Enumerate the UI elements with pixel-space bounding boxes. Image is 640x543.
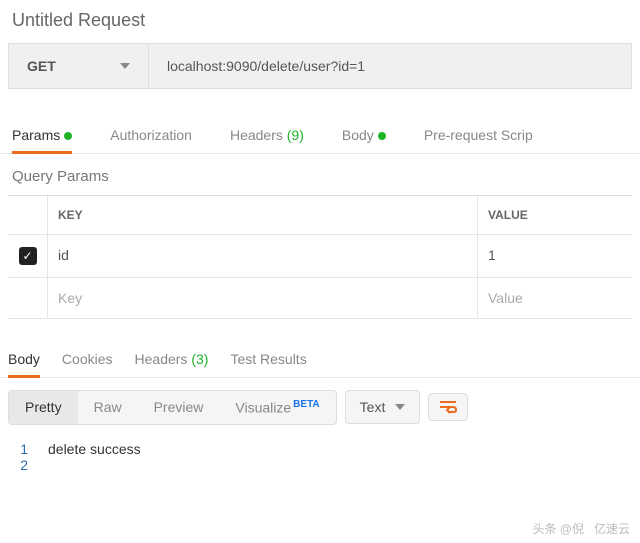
visualize-label: Visualize bbox=[235, 400, 291, 416]
query-params-table: KEY VALUE ✓ id 1 Key Value bbox=[8, 195, 632, 319]
line-number: 2 bbox=[8, 457, 48, 473]
view-raw-button[interactable]: Raw bbox=[78, 391, 138, 424]
watermark-a: 头条 @倪 bbox=[532, 520, 584, 537]
format-label: Text bbox=[360, 399, 386, 415]
beta-badge: BETA bbox=[293, 399, 319, 410]
value-header: VALUE bbox=[478, 196, 632, 234]
check-header bbox=[8, 196, 48, 234]
tab-params[interactable]: Params bbox=[12, 117, 72, 153]
tab-body[interactable]: Body bbox=[342, 117, 386, 153]
checkbox-checked-icon: ✓ bbox=[19, 247, 37, 265]
view-pretty-button[interactable]: Pretty bbox=[9, 391, 78, 424]
resp-headers-label: Headers bbox=[135, 351, 188, 367]
line-number: 1 bbox=[8, 441, 48, 457]
wrap-icon bbox=[439, 400, 457, 414]
code-line: 2 bbox=[8, 457, 632, 473]
response-tabs: Body Cookies Headers (3) Test Results bbox=[0, 341, 640, 378]
resp-tab-headers[interactable]: Headers (3) bbox=[135, 341, 209, 377]
method-label: GET bbox=[27, 58, 56, 74]
view-visualize-button[interactable]: VisualizeBETA bbox=[219, 391, 335, 424]
chevron-down-icon bbox=[120, 63, 130, 69]
tab-params-label: Params bbox=[12, 127, 60, 143]
response-toolbar: Pretty Raw Preview VisualizeBETA Text bbox=[0, 378, 640, 437]
watermark: 头条 @倪 亿速云 bbox=[532, 520, 630, 537]
response-body: 1 delete success 2 bbox=[0, 437, 640, 481]
status-dot-icon bbox=[64, 132, 72, 140]
watermark-b: 亿速云 bbox=[594, 520, 630, 537]
key-input[interactable]: id bbox=[48, 235, 478, 277]
resp-tab-body[interactable]: Body bbox=[8, 341, 40, 377]
row-checkbox-cell[interactable] bbox=[8, 278, 48, 318]
table-header: KEY VALUE bbox=[8, 196, 632, 235]
table-row: ✓ id 1 bbox=[8, 235, 632, 278]
line-content[interactable]: delete success bbox=[48, 441, 141, 457]
request-title: Untitled Request bbox=[0, 0, 640, 43]
status-dot-icon bbox=[378, 132, 386, 140]
tab-body-label: Body bbox=[342, 127, 374, 143]
key-input[interactable]: Key bbox=[48, 278, 478, 318]
tab-headers[interactable]: Headers (9) bbox=[230, 117, 304, 153]
tab-authorization[interactable]: Authorization bbox=[110, 117, 192, 153]
chevron-down-icon bbox=[395, 404, 405, 410]
query-params-title: Query Params bbox=[0, 154, 640, 195]
tab-prerequest[interactable]: Pre-request Scrip bbox=[424, 117, 533, 153]
code-line: 1 delete success bbox=[8, 441, 632, 457]
view-mode-group: Pretty Raw Preview VisualizeBETA bbox=[8, 390, 337, 425]
value-input[interactable]: Value bbox=[478, 278, 632, 318]
request-tabs: Params Authorization Headers (9) Body Pr… bbox=[0, 117, 640, 154]
row-checkbox-cell[interactable]: ✓ bbox=[8, 235, 48, 277]
tab-headers-label: Headers bbox=[230, 127, 283, 143]
wrap-lines-button[interactable] bbox=[428, 393, 468, 421]
resp-headers-count: (3) bbox=[191, 351, 208, 367]
url-input[interactable]: localhost:9090/delete/user?id=1 bbox=[149, 44, 631, 88]
table-row-empty: Key Value bbox=[8, 278, 632, 319]
headers-count: (9) bbox=[287, 127, 304, 143]
resp-tab-tests[interactable]: Test Results bbox=[230, 341, 306, 377]
resp-tab-cookies[interactable]: Cookies bbox=[62, 341, 113, 377]
value-input[interactable]: 1 bbox=[478, 235, 632, 277]
method-select[interactable]: GET bbox=[9, 44, 149, 88]
key-header: KEY bbox=[48, 196, 478, 234]
format-select[interactable]: Text bbox=[345, 390, 421, 424]
request-row: GET localhost:9090/delete/user?id=1 bbox=[8, 43, 632, 89]
view-preview-button[interactable]: Preview bbox=[138, 391, 220, 424]
